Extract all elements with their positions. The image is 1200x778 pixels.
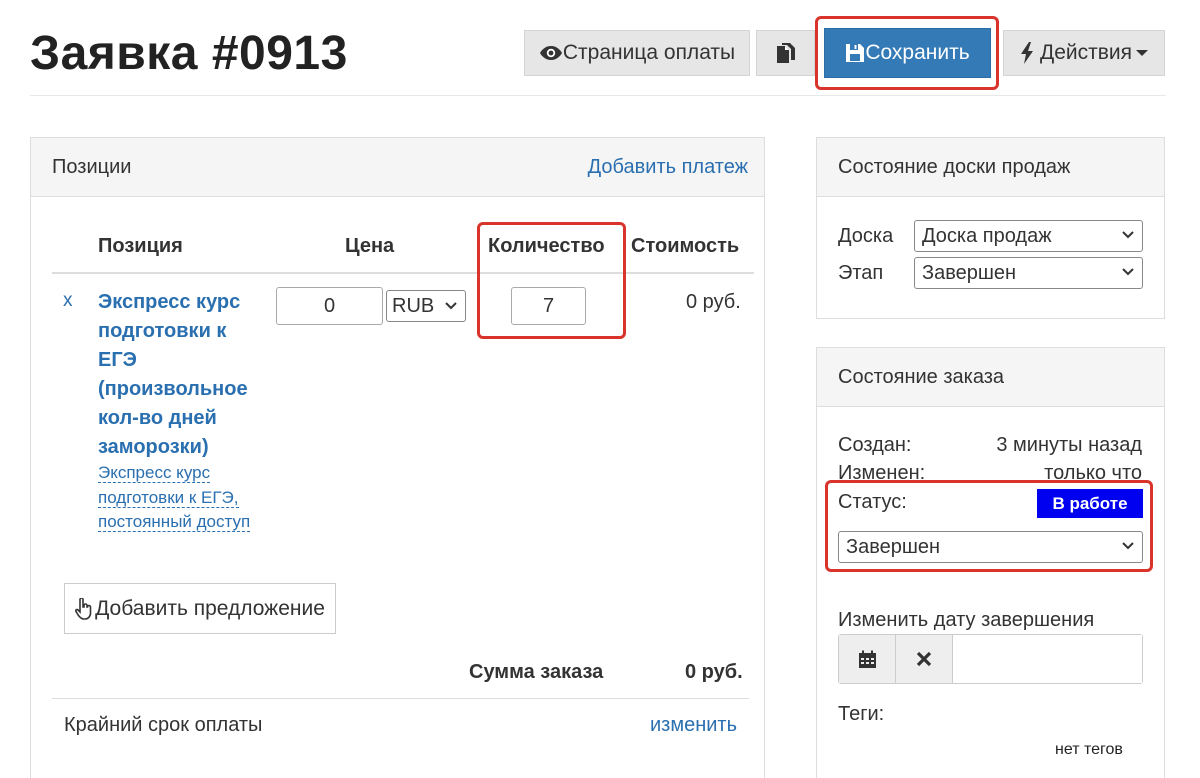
board-select[interactable]: Доска продаж (914, 220, 1143, 252)
calendar-button[interactable] (839, 635, 896, 683)
order-state-panel-title: Состояние заказа (838, 365, 1005, 388)
order-total-value: 0 руб. (685, 661, 743, 683)
column-header-cost: Стоимость (631, 235, 740, 257)
change-deadline-link[interactable]: изменить (650, 714, 737, 737)
tags-label: Теги: (838, 703, 885, 725)
price-input[interactable]: 0 (276, 287, 383, 325)
order-total-label: Сумма заказа (469, 661, 604, 683)
chevron-down-icon (445, 302, 457, 310)
page-title: Заявка #0913 (30, 27, 348, 80)
save-button[interactable]: Сохранить (824, 28, 991, 78)
offer-name-link[interactable]: Экспресс курс подготовки к ЕГЭ, постоянн… (98, 461, 268, 535)
positions-panel-title: Позиции (52, 155, 132, 178)
end-date-input[interactable] (953, 635, 1142, 683)
payment-page-label: Страница оплаты (562, 41, 736, 64)
end-date-picker (838, 634, 1143, 684)
change-end-date-label: Изменить дату завершения (838, 609, 1095, 631)
item-cost: 0 руб. (686, 291, 741, 313)
sales-board-panel-title: Состояние доски продаж (838, 155, 1071, 178)
status-highlight-frame (825, 480, 1153, 572)
eye-icon (539, 46, 562, 60)
stage-select-value: Завершен (922, 261, 1017, 284)
caret-down-icon (1136, 50, 1148, 56)
hand-pointer-icon (75, 597, 92, 620)
actions-label: Действия (1039, 41, 1132, 64)
stage-label: Этап (838, 262, 884, 284)
table-header-divider (52, 272, 754, 274)
currency-value: RUB (392, 294, 435, 317)
save-label: Сохранить (865, 41, 970, 64)
board-select-value: Доска продаж (922, 224, 1052, 247)
positions-panel-header: Позиции Добавить платеж (31, 138, 764, 197)
add-offer-button[interactable]: Добавить предложение (64, 583, 336, 634)
copy-icon (776, 43, 795, 63)
created-value: 3 минуты назад (996, 434, 1142, 456)
payment-page-button[interactable]: Страница оплаты (524, 30, 750, 76)
offer-name-text: Экспресс курс подготовки к ЕГЭ, постоянн… (98, 463, 251, 532)
quantity-highlight-frame (477, 222, 626, 339)
remove-item-button[interactable]: x (63, 290, 73, 312)
payment-deadline-label: Крайний срок оплаты (64, 714, 263, 736)
positions-panel: Позиции Добавить платеж Позиция Цена Кол… (30, 137, 765, 778)
header-divider (30, 95, 1166, 96)
actions-dropdown[interactable]: Действия (1003, 30, 1165, 76)
add-payment-link[interactable]: Добавить платеж (588, 156, 748, 179)
column-header-price: Цена (345, 235, 395, 257)
product-name-link[interactable]: Экспресс курс подготовки к ЕГЭ (произвол… (98, 288, 268, 462)
created-label: Создан: (838, 434, 912, 456)
total-divider (52, 698, 749, 699)
no-tags-text: нет тегов (1055, 741, 1123, 758)
copy-button[interactable] (756, 30, 815, 76)
currency-select[interactable]: RUB (386, 290, 466, 322)
close-icon (916, 651, 932, 667)
bolt-icon (1020, 42, 1033, 64)
order-state-panel-header: Состояние заказа (817, 348, 1164, 407)
board-label: Доска (838, 225, 894, 247)
chevron-down-icon (1122, 268, 1134, 276)
sales-board-panel: Состояние доски продаж Доска Доска прода… (816, 137, 1165, 319)
clear-date-button[interactable] (896, 635, 953, 683)
stage-select[interactable]: Завершен (914, 257, 1143, 289)
floppy-icon (846, 44, 865, 62)
chevron-down-icon (1122, 231, 1134, 239)
column-header-position: Позиция (98, 235, 183, 257)
calendar-icon (858, 650, 876, 668)
sales-board-panel-header: Состояние доски продаж (817, 138, 1164, 197)
add-offer-label: Добавить предложение (95, 596, 325, 620)
